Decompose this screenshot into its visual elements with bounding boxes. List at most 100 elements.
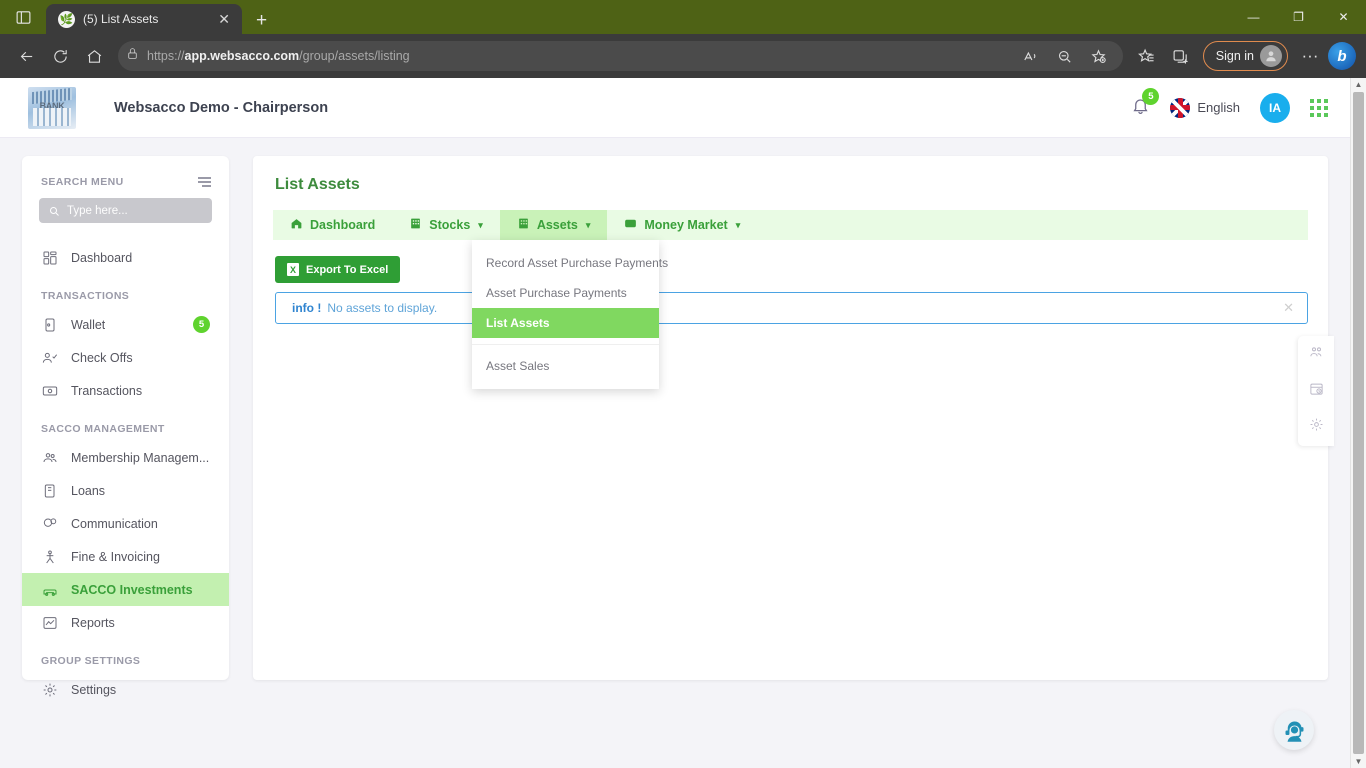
sidebar-item-check-offs[interactable]: Check Offs	[22, 341, 229, 374]
alert-close-icon[interactable]: ✕	[1283, 300, 1294, 316]
language-selector[interactable]: English	[1170, 97, 1240, 118]
window-controls: — ❐ ✕	[1231, 0, 1366, 34]
menu-item-asset-sales[interactable]: Asset Sales	[472, 351, 659, 381]
tab-actions-icon[interactable]	[0, 0, 46, 34]
bing-copilot-icon[interactable]: b	[1328, 42, 1356, 70]
browser-titlebar: 🌿 (5) List Assets ✕ + — ❐ ✕	[0, 0, 1366, 34]
nav-tab-stocks[interactable]: Stocks ▾	[392, 210, 500, 240]
alert-prefix: info !	[292, 301, 322, 315]
export-to-excel-button[interactable]: X Export To Excel	[275, 256, 401, 283]
browser-toolbar: https://app.websacco.com/group/assets/li…	[0, 34, 1366, 78]
sidebar-label: Settings	[71, 682, 117, 697]
profile-avatar-icon	[1260, 45, 1282, 67]
sidebar-item-dashboard[interactable]: Dashboard	[22, 241, 229, 274]
minimize-button[interactable]: —	[1231, 0, 1276, 34]
bank-logo: BANK	[28, 86, 76, 129]
notifications-button[interactable]: 5	[1131, 87, 1160, 120]
scroll-down-arrow[interactable]: ▼	[1355, 757, 1363, 766]
web-page: BANK Websacco Demo - Chairperson 5 Engli…	[0, 78, 1350, 768]
page-scrollbar[interactable]: ▲ ▼	[1350, 78, 1366, 768]
chevron-down-icon: ▾	[585, 219, 591, 230]
nav-label: Stocks	[429, 218, 471, 232]
sidebar-item-reports[interactable]: Reports	[22, 606, 229, 639]
read-aloud-icon[interactable]	[1015, 40, 1047, 72]
search-input[interactable]: Type here...	[39, 198, 212, 223]
calendar-clock-icon[interactable]	[1309, 381, 1324, 401]
url-domain: app.websacco.com	[184, 49, 300, 63]
browser-tab[interactable]: 🌿 (5) List Assets ✕	[46, 4, 242, 34]
favorites-icon[interactable]	[1131, 40, 1163, 72]
sidebar-label: Loans	[71, 483, 106, 498]
search-menu-label: SEARCH MENU	[41, 176, 124, 188]
notification-badge: 5	[1142, 87, 1160, 105]
building-icon	[517, 217, 530, 233]
members-icon	[41, 450, 58, 466]
transactions-icon	[41, 383, 58, 399]
reload-button[interactable]	[44, 40, 76, 72]
excel-icon: X	[287, 263, 299, 276]
sidebar-item-fine-invoicing[interactable]: Fine & Invoicing	[22, 540, 229, 573]
search-icon	[50, 206, 59, 216]
sidebar-label: Dashboard	[71, 250, 133, 265]
tab-title: (5) List Assets	[83, 12, 159, 26]
loans-icon	[41, 483, 58, 499]
apps-grid-icon[interactable]	[1310, 98, 1328, 117]
add-favorite-icon[interactable]	[1083, 40, 1115, 72]
sidebar-label: Membership Managem...	[71, 450, 210, 465]
address-bar[interactable]: https://app.websacco.com/group/assets/li…	[118, 41, 1123, 71]
gear-icon	[41, 682, 58, 698]
sidebar-item-wallet[interactable]: Wallet 5	[22, 308, 229, 341]
home-button[interactable]	[78, 40, 110, 72]
scrollbar-thumb[interactable]	[1353, 92, 1364, 754]
back-button[interactable]	[10, 40, 42, 72]
app-title: Websacco Demo - Chairperson	[114, 99, 329, 116]
sidebar-item-transactions[interactable]: Transactions	[22, 374, 229, 407]
nav-tab-assets[interactable]: Assets ▾	[499, 210, 608, 240]
sign-in-label: Sign in	[1215, 49, 1254, 63]
wallet-icon	[41, 317, 58, 333]
sidebar-label: Transactions	[71, 383, 143, 398]
dashboard-icon	[41, 250, 58, 266]
nav-label: Assets	[536, 218, 578, 232]
sidebar-label: Communication	[71, 516, 158, 531]
header-actions: 5 English IA	[1131, 87, 1328, 123]
menu-item-record-asset-purchase-payments[interactable]: Record Asset Purchase Payments	[472, 248, 668, 278]
support-chat-button[interactable]	[1274, 710, 1314, 750]
tab-close-icon[interactable]: ✕	[214, 10, 234, 28]
url-scheme: https://	[147, 49, 185, 63]
new-tab-button[interactable]: +	[242, 11, 281, 34]
sign-in-button[interactable]: Sign in	[1202, 41, 1288, 71]
user-avatar[interactable]: IA	[1260, 92, 1290, 123]
collections-icon[interactable]	[1165, 40, 1197, 72]
chevron-down-icon: ▾	[735, 219, 741, 230]
toolbar-right: Sign in ··· b	[1131, 40, 1356, 72]
people-icon[interactable]	[1309, 345, 1324, 365]
app-header: BANK Websacco Demo - Chairperson 5 Engli…	[0, 78, 1350, 138]
svg-text:$: $	[629, 222, 632, 228]
menu-item-list-assets[interactable]: List Assets	[472, 308, 659, 338]
sidebar-item-membership-management[interactable]: Membership Managem...	[22, 441, 229, 474]
quick-actions-strip	[1298, 336, 1334, 446]
nav-tab-money-market[interactable]: $ Money Market ▾	[607, 210, 757, 240]
sidebar-section-transactions: TRANSACTIONS	[41, 290, 130, 302]
browser-menu-icon[interactable]: ···	[1294, 40, 1326, 72]
sidebar-item-settings[interactable]: Settings	[22, 673, 229, 706]
module-navbar: Dashboard Stocks ▾ Assets ▾ $ Money Mark…	[273, 210, 1308, 389]
headset-agent-icon	[1285, 720, 1303, 742]
sidebar-item-loans[interactable]: Loans	[22, 474, 229, 507]
sidebar-label: SACCO Investments	[71, 582, 193, 597]
url-text: https://app.websacco.com/group/assets/li…	[147, 49, 410, 63]
menu-item-asset-purchase-payments[interactable]: Asset Purchase Payments	[472, 278, 659, 308]
sidebar-label: Check Offs	[71, 350, 133, 365]
gear-icon[interactable]	[1309, 417, 1324, 437]
scroll-up-arrow[interactable]: ▲	[1355, 80, 1363, 89]
info-alert: info ! No assets to display. ✕	[275, 292, 1308, 324]
sidebar-section-sacco-management: SACCO MANAGEMENT	[41, 423, 165, 435]
menu-collapse-icon[interactable]	[198, 177, 211, 187]
zoom-out-icon[interactable]	[1049, 40, 1081, 72]
sidebar-item-communication[interactable]: Communication	[22, 507, 229, 540]
sidebar-item-sacco-investments[interactable]: SACCO Investments	[22, 573, 229, 606]
nav-tab-dashboard[interactable]: Dashboard	[273, 210, 392, 240]
maximize-button[interactable]: ❐	[1276, 0, 1321, 34]
close-window-button[interactable]: ✕	[1321, 0, 1366, 34]
